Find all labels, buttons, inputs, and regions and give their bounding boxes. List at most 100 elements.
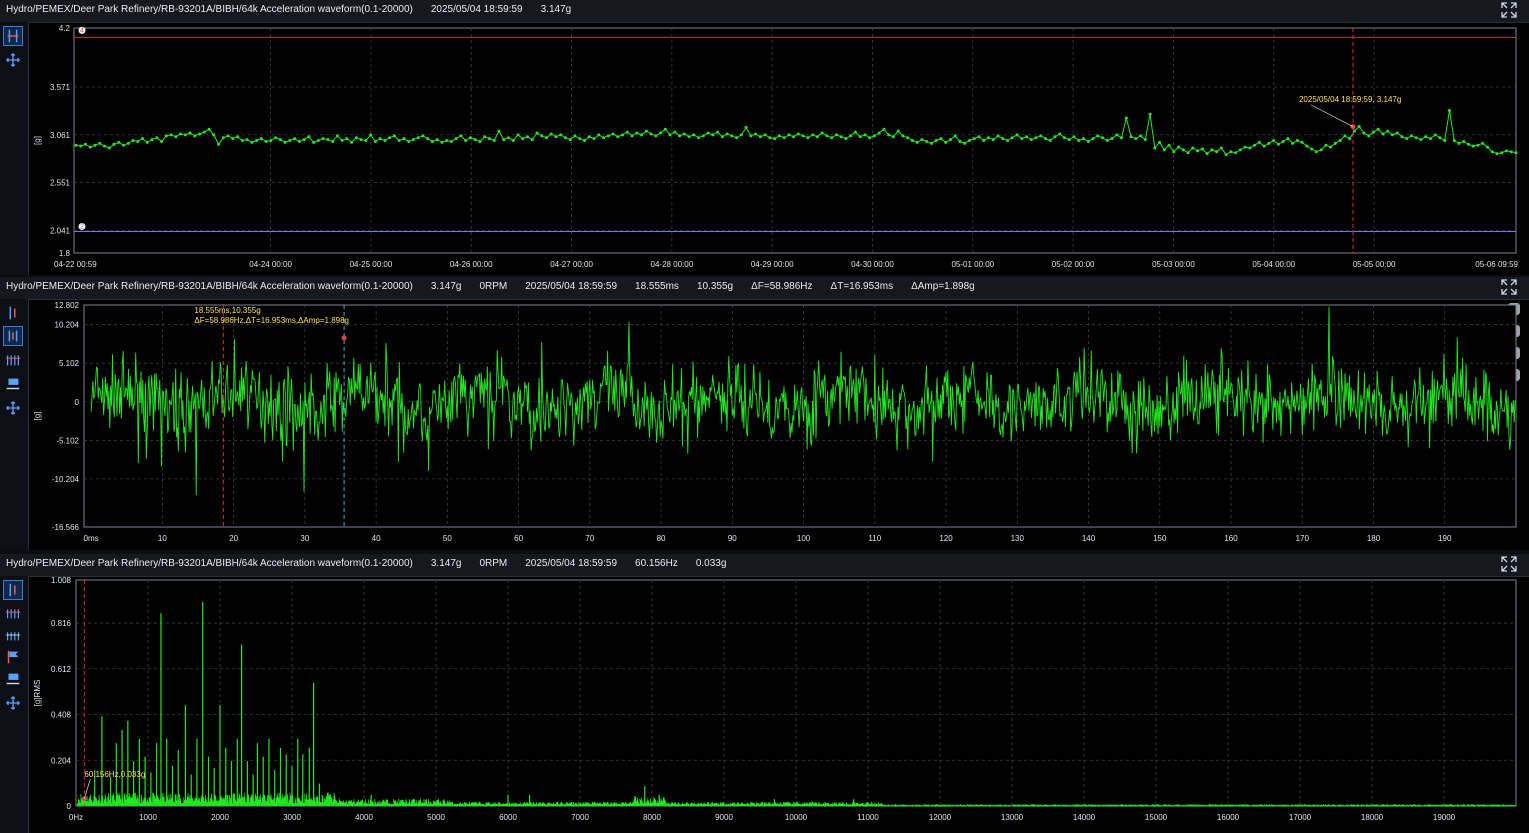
trend-point xyxy=(1129,135,1133,139)
trend-point xyxy=(98,141,102,145)
y-tick-label: -5.102 xyxy=(56,436,79,445)
spectrum-chart-svg[interactable]: 1.008 0.816 0.612 0.408 0.204 0 0Hz 1000 2000 300… xyxy=(0,576,1529,833)
trend-point xyxy=(986,136,990,140)
trend-point xyxy=(212,133,216,137)
x-tick-label: 100 xyxy=(797,534,811,543)
y-tick-label: 5.102 xyxy=(59,359,80,368)
waveform-plot[interactable]: 12.802 10.204 5.102 0 -5.102 -10.204 -16.566 0m… xyxy=(0,299,1529,550)
trend-point xyxy=(293,137,297,141)
trend-point xyxy=(640,133,644,137)
trend-point xyxy=(164,134,168,138)
trend-point xyxy=(1348,137,1352,141)
spectrum-plot[interactable]: 1.008 0.816 0.612 0.408 0.204 0 0Hz 1000 2000 300… xyxy=(0,576,1529,833)
trend-point xyxy=(1215,150,1219,154)
trend-chart-svg[interactable]: 4.2 3.571 3.061 2.551 2.041 1.8 04-22 00:59 04-… xyxy=(0,22,1529,275)
x-tick-label: 04-28 00:00 xyxy=(651,260,694,269)
trend-point xyxy=(540,134,544,138)
x-tick-label: 150 xyxy=(1153,534,1167,543)
trend-point xyxy=(1362,131,1366,135)
x-tick-label: 40 xyxy=(372,534,381,543)
trend-point xyxy=(340,139,344,142)
trend-point xyxy=(925,139,929,143)
trend-point xyxy=(1267,141,1271,145)
trend-point xyxy=(478,139,482,143)
trend-point xyxy=(1253,143,1257,147)
trend-point xyxy=(1120,136,1124,140)
trend-point xyxy=(635,131,639,135)
trend-point xyxy=(141,137,145,141)
trend-point xyxy=(963,141,967,145)
trend-point xyxy=(1162,148,1166,152)
trend-point xyxy=(1001,137,1005,141)
trend-point xyxy=(535,131,539,135)
x-tick-label: 5000 xyxy=(427,813,445,822)
trend-point xyxy=(473,138,477,142)
trend-point xyxy=(302,138,306,142)
trend-point xyxy=(1466,142,1470,146)
expand-icon[interactable] xyxy=(1501,279,1517,295)
trend-point xyxy=(659,131,663,135)
trend-point xyxy=(259,137,263,141)
trend-point xyxy=(915,140,919,144)
expand-icon[interactable] xyxy=(1501,2,1517,18)
trend-point xyxy=(768,136,772,140)
trend-point xyxy=(350,140,354,144)
trend-point xyxy=(644,129,648,133)
trend-point xyxy=(283,140,287,144)
x-tick-label: 14000 xyxy=(1073,813,1096,822)
trend-point xyxy=(179,132,183,136)
trend-point xyxy=(388,136,392,140)
trend-point xyxy=(1072,135,1076,139)
waveform-header-text: Hydro/PEMEX/Deer Park Refinery/RB-93201A… xyxy=(6,281,993,292)
trend-point xyxy=(359,138,363,142)
y-tick-label: 3.571 xyxy=(50,83,71,92)
waveform-delta-f: ΔF=58.986Hz xyxy=(751,281,813,292)
trend-point xyxy=(1514,151,1518,155)
x-tick-label: 05-06 09:59 xyxy=(1475,260,1518,269)
trend-point xyxy=(1504,149,1508,153)
y-tick-label: 0 xyxy=(67,802,72,811)
trend-point xyxy=(1196,149,1200,153)
trend-point xyxy=(1447,109,1451,112)
trend-point xyxy=(1101,136,1105,140)
trend-point xyxy=(1381,132,1385,136)
trend-plot[interactable]: 4.2 3.571 3.061 2.551 2.041 1.8 04-22 00:59 04-… xyxy=(0,22,1529,275)
trend-point xyxy=(834,133,838,137)
x-tick-label: 04-22 00:59 xyxy=(54,260,97,269)
trend-point xyxy=(1452,139,1456,142)
trend-point xyxy=(269,139,273,142)
trend-point xyxy=(1485,145,1489,149)
x-tick-label: 04-25 00:00 xyxy=(350,260,393,269)
trend-point xyxy=(255,139,259,142)
trend-point xyxy=(730,134,734,138)
trend-point xyxy=(231,137,235,141)
trend-point xyxy=(606,134,610,138)
x-tick-label: 130 xyxy=(1011,534,1025,543)
trend-point xyxy=(1357,124,1361,128)
trend-point xyxy=(1238,148,1242,152)
trend-point xyxy=(1063,136,1067,140)
trend-point xyxy=(977,135,981,139)
trend-time: 2025/05/04 18:59:59 xyxy=(430,4,523,15)
trend-point xyxy=(758,135,762,139)
x-tick-label: 1000 xyxy=(139,813,157,822)
waveform-chart-svg[interactable]: 12.802 10.204 5.102 0 -5.102 -10.204 -16.566 0m… xyxy=(0,299,1529,550)
trend-point xyxy=(944,140,948,144)
y-tick-label: 0.816 xyxy=(51,619,72,628)
expand-icon[interactable] xyxy=(1501,556,1517,572)
trend-point xyxy=(792,135,796,139)
y-axis-label: [g] xyxy=(33,412,42,421)
trend-point xyxy=(1305,144,1309,148)
trend-point xyxy=(354,136,358,140)
trend-point xyxy=(1281,139,1285,143)
x-tick-label: 12000 xyxy=(929,813,952,822)
x-tick-label: 80 xyxy=(657,534,666,543)
trend-point xyxy=(1457,141,1461,145)
trend-point xyxy=(654,134,658,138)
trend-point xyxy=(1495,152,1499,156)
waveform-path: Hydro/PEMEX/Deer Park Refinery/RB-93201A… xyxy=(6,281,413,292)
trend-point xyxy=(454,137,458,141)
trend-point xyxy=(122,143,126,147)
trend-point xyxy=(202,130,206,134)
trend-point xyxy=(682,132,686,136)
